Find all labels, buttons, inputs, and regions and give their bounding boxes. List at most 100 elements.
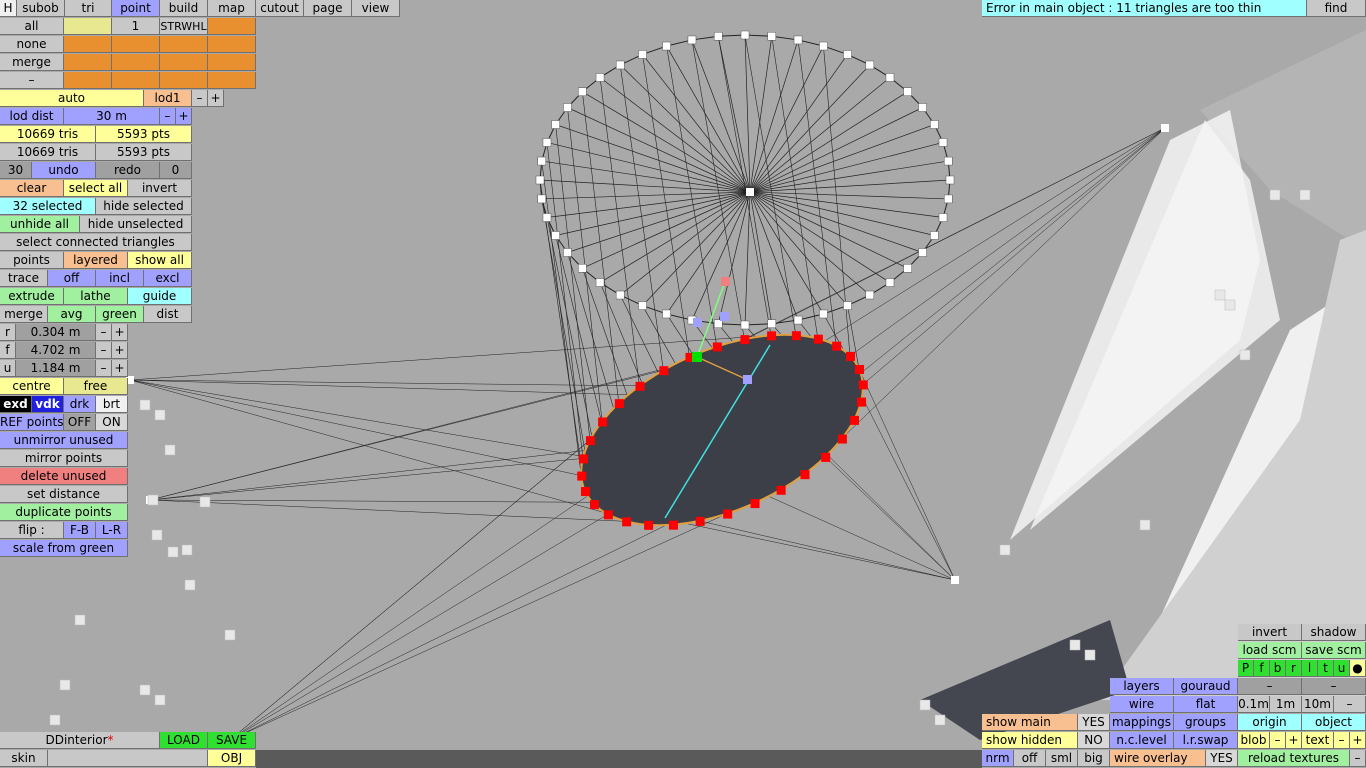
menu-build[interactable]: build	[160, 0, 208, 17]
reload-textures-button[interactable]: reload textures	[1238, 750, 1350, 767]
selector-cell[interactable]	[112, 72, 160, 89]
undo-button[interactable]: undo	[32, 162, 96, 179]
find-button[interactable]: find	[1307, 0, 1366, 17]
load-scm-button[interactable]: load scm	[1238, 642, 1302, 659]
r-value[interactable]: 0.304 m	[16, 324, 96, 341]
file-name[interactable]: DDinterior*	[0, 732, 160, 749]
drk-button[interactable]: drk	[64, 396, 96, 413]
obj-button[interactable]: OBJ	[208, 750, 256, 767]
invert-view-button[interactable]: invert	[1238, 624, 1302, 641]
points-mode-button[interactable]: points	[0, 252, 64, 269]
lod-dist-plus-button[interactable]: +	[176, 108, 192, 125]
show-all-button[interactable]: show all	[128, 252, 192, 269]
selector-count[interactable]: 1	[112, 18, 160, 35]
viewport-3d[interactable]	[0, 0, 1366, 768]
unmirror-unused-button[interactable]: unmirror unused	[0, 432, 128, 449]
flip-lr-button[interactable]: L-R	[96, 522, 128, 539]
guide-button[interactable]: guide	[128, 288, 192, 305]
set-distance-button[interactable]: set distance	[0, 486, 128, 503]
unhide-all-button[interactable]: unhide all	[0, 216, 80, 233]
selector-cell[interactable]	[112, 36, 160, 53]
delete-unused-button[interactable]: delete unused	[0, 468, 128, 485]
select-all-subobj-button[interactable]: all	[0, 18, 64, 35]
wire-overlay-button[interactable]: wire overlay	[1110, 750, 1206, 767]
menu-h[interactable]: H	[0, 0, 17, 17]
projection-flag-3[interactable]: r	[1286, 660, 1302, 677]
mirror-points-button[interactable]: mirror points	[0, 450, 128, 467]
selector-cell[interactable]	[208, 72, 256, 89]
lod-level-button[interactable]: lod1	[144, 90, 192, 107]
trace-incl-button[interactable]: incl	[96, 270, 144, 287]
select-none-button[interactable]: none	[0, 36, 64, 53]
projection-flag-7[interactable]: ●	[1350, 660, 1366, 677]
selector-cell[interactable]	[64, 36, 112, 53]
nrm-button[interactable]: nrm	[982, 750, 1014, 767]
green-button[interactable]: green	[96, 306, 144, 323]
blob-plus-button[interactable]: +	[1286, 732, 1302, 749]
avg-button[interactable]: avg	[48, 306, 96, 323]
selector-cell[interactable]	[64, 54, 112, 71]
vdk-button[interactable]: vdk	[32, 396, 64, 413]
dash-button-2[interactable]: –	[1302, 678, 1366, 695]
merge-subobj-button[interactable]: merge	[0, 54, 64, 71]
u-value[interactable]: 1.184 m	[16, 360, 96, 377]
flat-button[interactable]: flat	[1174, 696, 1238, 713]
lod-dist-minus-button[interactable]: –	[160, 108, 176, 125]
centre-button[interactable]: centre	[0, 378, 64, 395]
gouraud-button[interactable]: gouraud	[1174, 678, 1238, 695]
select-connected-button[interactable]: select connected triangles	[0, 234, 192, 251]
origin-button[interactable]: origin	[1238, 714, 1302, 731]
lathe-button[interactable]: lathe	[64, 288, 128, 305]
free-button[interactable]: free	[64, 378, 128, 395]
exd-button[interactable]: exd	[0, 396, 32, 413]
projection-flag-4[interactable]: l	[1302, 660, 1318, 677]
reload-minus-button[interactable]: –	[1350, 750, 1366, 767]
projection-flag-2[interactable]: b	[1270, 660, 1286, 677]
show-main-yes[interactable]: YES	[1078, 714, 1110, 731]
selector-flags[interactable]: STRWHL	[160, 18, 208, 35]
show-hidden-button[interactable]: show hidden	[982, 732, 1078, 749]
flip-fb-button[interactable]: F-B	[64, 522, 96, 539]
lr-swap-button[interactable]: l.r.swap	[1174, 732, 1238, 749]
menu-cutout[interactable]: cutout	[256, 0, 304, 17]
big-button[interactable]: big	[1078, 750, 1110, 767]
nc-level-button[interactable]: n.c.level	[1110, 732, 1174, 749]
text-plus-button[interactable]: +	[1350, 732, 1366, 749]
ref-on-button[interactable]: ON	[96, 414, 128, 431]
projection-flag-0[interactable]: P	[1238, 660, 1254, 677]
size-off-button[interactable]: off	[1014, 750, 1046, 767]
selector-cell[interactable]	[208, 54, 256, 71]
grid-1m-button[interactable]: 1m	[1270, 696, 1302, 713]
menu-subob[interactable]: subob	[17, 0, 65, 17]
lod-dist-value[interactable]: 30 m	[64, 108, 160, 125]
extrude-button[interactable]: extrude	[0, 288, 64, 305]
skin-field[interactable]	[48, 750, 208, 767]
selector-cell[interactable]	[160, 72, 208, 89]
grid-0-1m-button[interactable]: 0.1m	[1238, 696, 1270, 713]
wire-button[interactable]: wire	[1110, 696, 1174, 713]
selector-cell[interactable]	[208, 18, 256, 35]
selector-cell[interactable]	[160, 36, 208, 53]
save-button[interactable]: SAVE	[208, 732, 256, 749]
projection-flag-5[interactable]: t	[1318, 660, 1334, 677]
merge-points-button[interactable]: merge	[0, 306, 48, 323]
sml-button[interactable]: sml	[1046, 750, 1078, 767]
text-button[interactable]: text	[1302, 732, 1334, 749]
projection-flag-6[interactable]: u	[1334, 660, 1350, 677]
selector-cell[interactable]	[112, 54, 160, 71]
selector-dash-button[interactable]: –	[0, 72, 64, 89]
r-minus-button[interactable]: –	[96, 324, 112, 341]
blob-button[interactable]: blob	[1238, 732, 1270, 749]
trace-button[interactable]: trace	[0, 270, 48, 287]
f-plus-button[interactable]: +	[112, 342, 128, 359]
menu-map[interactable]: map	[208, 0, 256, 17]
u-plus-button[interactable]: +	[112, 360, 128, 377]
show-main-button[interactable]: show main	[982, 714, 1078, 731]
shadow-button[interactable]: shadow	[1302, 624, 1366, 641]
wire-overlay-yes[interactable]: YES	[1206, 750, 1238, 767]
mappings-button[interactable]: mappings	[1110, 714, 1174, 731]
grid-10m-button[interactable]: 10m	[1302, 696, 1334, 713]
hide-selected-button[interactable]: hide selected	[96, 198, 192, 215]
redo-button[interactable]: redo	[96, 162, 160, 179]
layers-button[interactable]: layers	[1110, 678, 1174, 695]
